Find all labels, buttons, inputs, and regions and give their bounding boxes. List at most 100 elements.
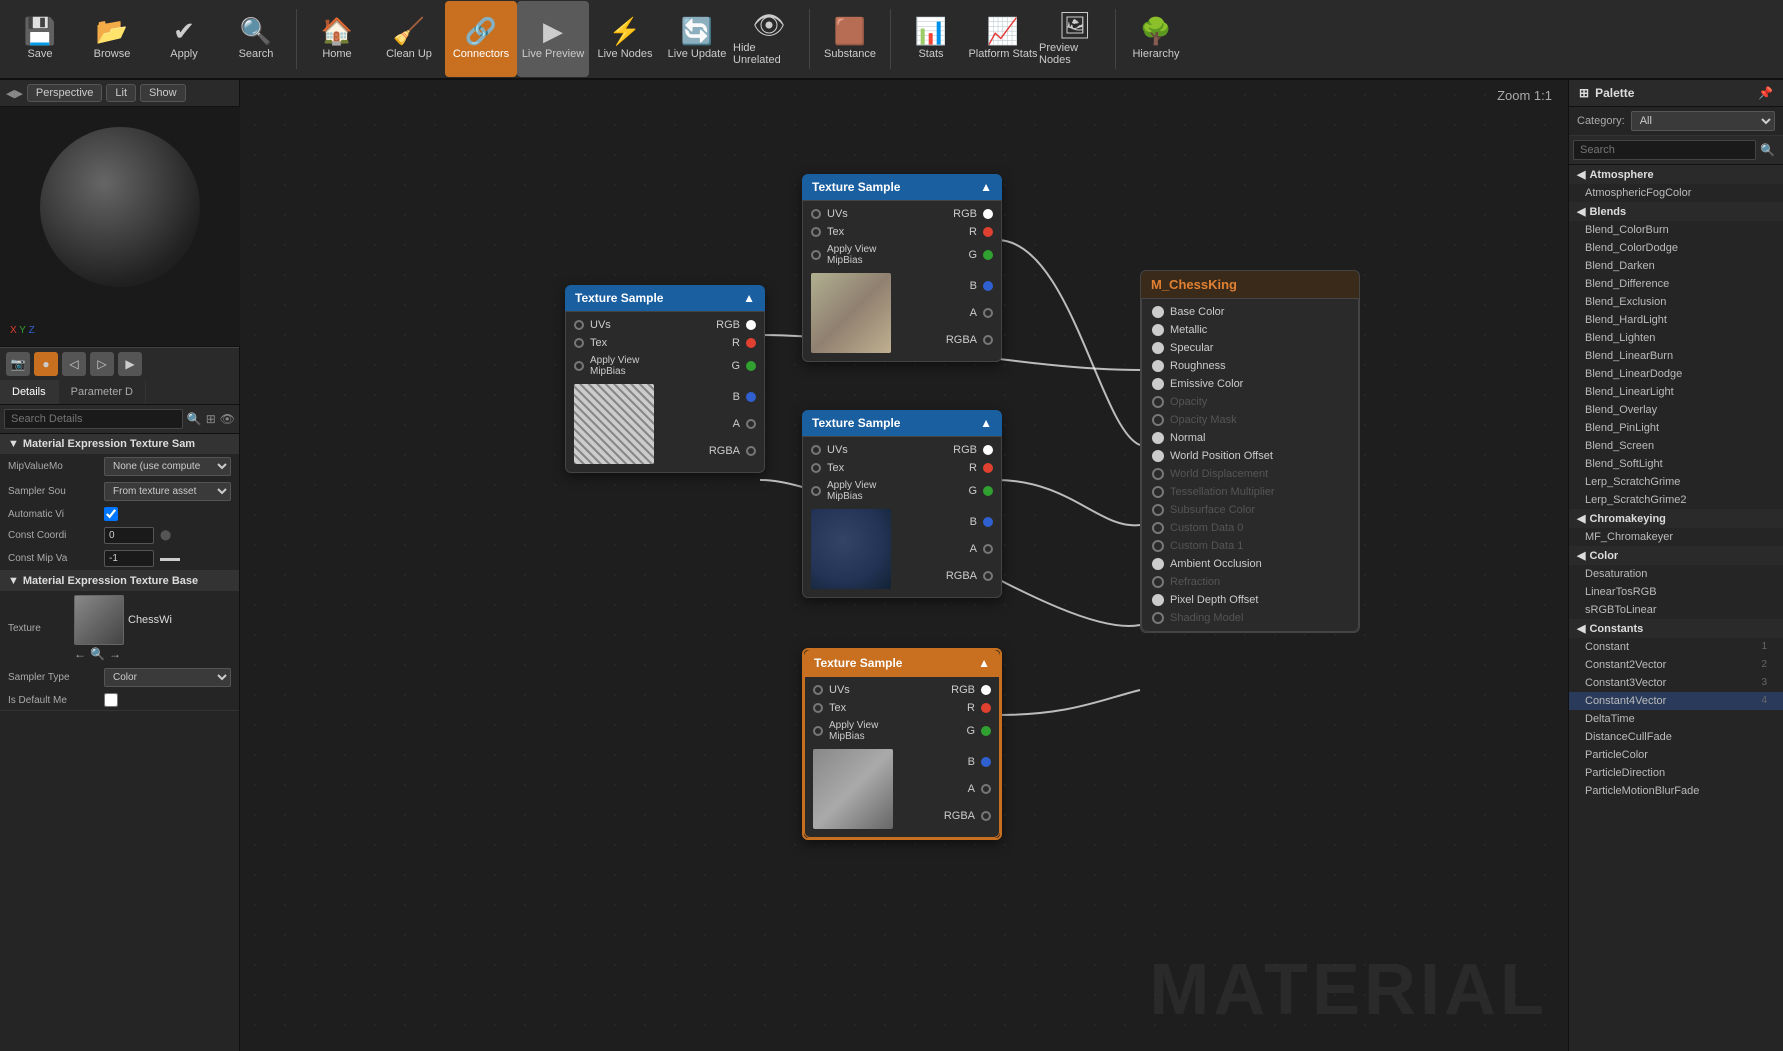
isdefault-checkbox[interactable] <box>104 693 118 707</box>
palette-item-screen[interactable]: Blend_Screen <box>1569 437 1783 455</box>
palette-item-particledir[interactable]: ParticleDirection <box>1569 764 1783 782</box>
node4-mip-in[interactable] <box>813 726 823 736</box>
mat-pixeldepth-pin[interactable] <box>1152 594 1164 606</box>
node3-a-out[interactable] <box>983 544 993 554</box>
palette-item-desaturation[interactable]: Desaturation <box>1569 565 1783 583</box>
node2-a-out[interactable] <box>983 308 993 318</box>
mat-emissive-pin[interactable] <box>1152 378 1164 390</box>
node3-tex-in[interactable] <box>811 463 821 473</box>
node2-rgba-out[interactable] <box>983 335 993 345</box>
node1-mip-in[interactable] <box>574 361 584 371</box>
perspective-button[interactable]: Perspective <box>27 84 102 102</box>
palette-search-input[interactable] <box>1573 140 1756 160</box>
palette-item-colordodge[interactable]: Blend_ColorDodge <box>1569 239 1783 257</box>
mat-normal-pin[interactable] <box>1152 432 1164 444</box>
palette-item-hardlight[interactable]: Blend_HardLight <box>1569 311 1783 329</box>
node3-b-out[interactable] <box>983 517 993 527</box>
palette-item-linearburn[interactable]: Blend_LinearBurn <box>1569 347 1783 365</box>
details-tab[interactable]: Details <box>0 380 59 404</box>
mat-opacity-pin[interactable] <box>1152 396 1164 408</box>
node1-b-out[interactable] <box>746 392 756 402</box>
palette-item-lerpscratch2[interactable]: Lerp_ScratchGrime2 <box>1569 491 1783 509</box>
mipvalue-select[interactable]: None (use compute <box>104 457 231 476</box>
livenodes-button[interactable]: ⚡ Live Nodes <box>589 1 661 77</box>
apply-button[interactable]: ✔ Apply <box>148 1 220 77</box>
node1-g-out[interactable] <box>746 361 756 371</box>
hierarchy-button[interactable]: 🌳 Hierarchy <box>1120 1 1192 77</box>
palette-item-mfchroma[interactable]: MF_Chromakeyer <box>1569 528 1783 546</box>
texture-sam-header[interactable]: ▼ Material Expression Texture Sam <box>0 434 239 454</box>
node2-mip-in[interactable] <box>811 250 821 260</box>
node4-rgb-out[interactable] <box>981 685 991 695</box>
node4-tex-in[interactable] <box>813 703 823 713</box>
node3-g-out[interactable] <box>983 486 993 496</box>
node3-r-out[interactable] <box>983 463 993 473</box>
texture-arrow-btn[interactable]: ← <box>74 647 86 661</box>
constmipval-slider[interactable]: ▬▬ <box>160 553 180 564</box>
constcoordi-spinner[interactable]: ⬤ <box>160 530 171 541</box>
vp-tool-1[interactable]: 📷 <box>6 352 30 376</box>
palette-item-distancecull[interactable]: DistanceCullFade <box>1569 728 1783 746</box>
mat-opacitymask-pin[interactable] <box>1152 414 1164 426</box>
automaticview-checkbox[interactable] <box>104 507 118 521</box>
palette-item-difference[interactable]: Blend_Difference <box>1569 275 1783 293</box>
mat-subsurface-pin[interactable] <box>1152 504 1164 516</box>
node2-r-out[interactable] <box>983 227 993 237</box>
palette-item-lighten[interactable]: Blend_Lighten <box>1569 329 1783 347</box>
node2-rgb-out[interactable] <box>983 209 993 219</box>
texture-node-3[interactable]: Texture Sample ▲ UVs RGB Tex R <box>802 410 1002 598</box>
node4-g-out[interactable] <box>981 726 991 736</box>
node2-g-out[interactable] <box>983 250 993 260</box>
palette-item-lineartosrgb[interactable]: LinearTosRGB <box>1569 583 1783 601</box>
node1-uvs-in[interactable] <box>574 320 584 330</box>
palette-item-particleblur[interactable]: ParticleMotionBlurFade <box>1569 782 1783 800</box>
palette-item-constant[interactable]: Constant 1 <box>1569 638 1783 656</box>
palette-item-darken[interactable]: Blend_Darken <box>1569 257 1783 275</box>
lighting-button[interactable]: Lit <box>106 84 136 102</box>
node1-tex-in[interactable] <box>574 338 584 348</box>
mat-ao-pin[interactable] <box>1152 558 1164 570</box>
palette-item-deltatime[interactable]: DeltaTime <box>1569 710 1783 728</box>
palette-group-atmosphere[interactable]: ◀ Atmosphere <box>1569 165 1783 184</box>
palette-group-constants[interactable]: ◀ Constants <box>1569 619 1783 638</box>
mat-metallic-pin[interactable] <box>1152 324 1164 336</box>
node1-r-out[interactable] <box>746 338 756 348</box>
connectors-button[interactable]: 🔗 Connectors <box>445 1 517 77</box>
material-node[interactable]: M_ChessKing Base Color Metallic Specular <box>1140 270 1360 633</box>
vp-tool-4[interactable]: ▷ <box>90 352 114 376</box>
mat-worldpos-pin[interactable] <box>1152 450 1164 462</box>
node3-mip-in[interactable] <box>811 486 821 496</box>
palette-item-constant3vec[interactable]: Constant3Vector 3 <box>1569 674 1783 692</box>
stats-button[interactable]: 📊 Stats <box>895 1 967 77</box>
palette-item-pinlight[interactable]: Blend_PinLight <box>1569 419 1783 437</box>
vp-tool-3[interactable]: ◁ <box>62 352 86 376</box>
palette-item-softlight[interactable]: Blend_SoftLight <box>1569 455 1783 473</box>
node1-rgb-out[interactable] <box>746 320 756 330</box>
mat-customdata1-pin[interactable] <box>1152 540 1164 552</box>
node3-rgba-out[interactable] <box>983 571 993 581</box>
home-button[interactable]: 🏠 Home <box>301 1 373 77</box>
node1-a-out[interactable] <box>746 419 756 429</box>
texture-goto-btn[interactable]: → <box>109 647 121 661</box>
palette-item-overlay[interactable]: Blend_Overlay <box>1569 401 1783 419</box>
node4-a-out[interactable] <box>981 784 991 794</box>
hideunrelated-button[interactable]: 👁 Hide Unrelated <box>733 1 805 77</box>
constcoordi-input[interactable] <box>104 527 154 544</box>
samplersource-select[interactable]: From texture asset <box>104 482 231 501</box>
palette-group-blends[interactable]: ◀ Blends <box>1569 202 1783 221</box>
node4-b-out[interactable] <box>981 757 991 767</box>
node2-b-out[interactable] <box>983 281 993 291</box>
show-button[interactable]: Show <box>140 84 186 102</box>
mat-refraction-pin[interactable] <box>1152 576 1164 588</box>
liveupdate-button[interactable]: 🔄 Live Update <box>661 1 733 77</box>
palette-item-lineardodge[interactable]: Blend_LinearDodge <box>1569 365 1783 383</box>
platformstats-button[interactable]: 📈 Platform Stats <box>967 1 1039 77</box>
palette-item-atmosphericfog[interactable]: AtmosphericFogColor <box>1569 184 1783 202</box>
mat-specular-pin[interactable] <box>1152 342 1164 354</box>
texture-base-header[interactable]: ▼ Material Expression Texture Base <box>0 571 239 591</box>
previewnodes-button[interactable]: 🖼 Preview Nodes <box>1039 1 1111 77</box>
save-button[interactable]: 💾 Save <box>4 1 76 77</box>
vp-tool-5[interactable]: ▶ <box>118 352 142 376</box>
palette-group-chroma[interactable]: ◀ Chromakeying <box>1569 509 1783 528</box>
mat-customdata0-pin[interactable] <box>1152 522 1164 534</box>
